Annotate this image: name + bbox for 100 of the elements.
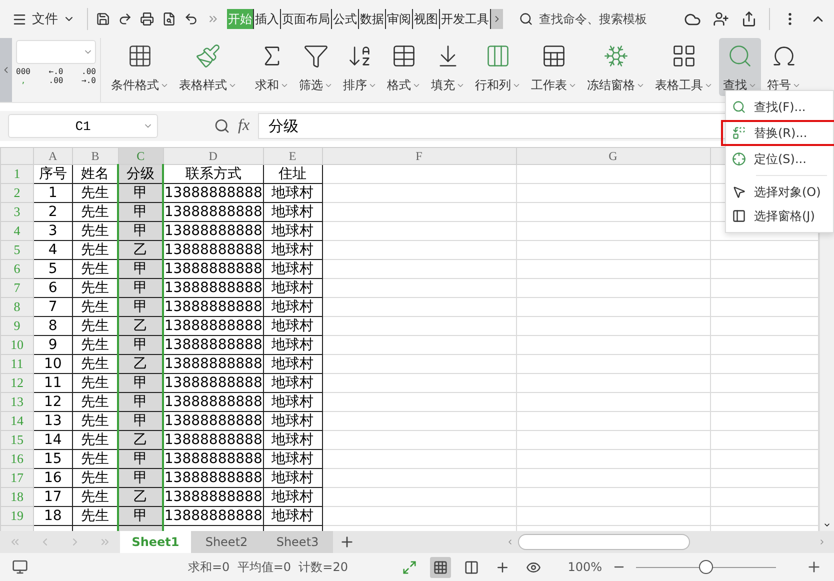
table-cell: 分级 (118, 164, 164, 184)
ribbon-tool-button[interactable]: 表格工具 (651, 38, 717, 96)
table-cell: 1 (33, 184, 72, 202)
tool-label: 工作表 (531, 77, 577, 94)
sheet-tab[interactable]: Sheet2 (191, 531, 262, 553)
ribbon-tab[interactable]: 审阅 (386, 9, 413, 29)
ribbon-tool-button[interactable]: 查找 (719, 38, 761, 96)
table-cell: 甲 (118, 450, 164, 468)
menu-item[interactable]: 选择对象(O) (726, 180, 833, 204)
zoom-search-icon[interactable] (214, 118, 230, 134)
column-header[interactable]: F (322, 148, 516, 164)
table-cell: 13888888888 (163, 202, 264, 222)
scroll-right-icon[interactable] (818, 538, 826, 546)
column-header[interactable]: B (72, 148, 118, 164)
caret-icon (568, 81, 577, 90)
scroll-right-button[interactable] (490, 9, 503, 29)
column-header[interactable]: E (263, 148, 322, 164)
table-cell: 16 (33, 468, 72, 488)
table-cell: 乙 (118, 240, 164, 260)
table-cell: 先生 (72, 316, 118, 336)
normal-view-button[interactable] (430, 556, 451, 578)
ribbon-tool-button[interactable]: 工作表 (527, 38, 581, 96)
table-cell: 先生 (72, 240, 118, 260)
search-field[interactable]: 查找命令、搜索模板 (518, 11, 676, 27)
status-device-icon[interactable] (12, 559, 28, 575)
table-cell: 5 (33, 260, 72, 278)
share-icon[interactable] (741, 11, 757, 27)
print-preview-icon[interactable] (162, 11, 176, 27)
add-sheet-icon[interactable] (339, 534, 355, 550)
ribbon-tab[interactable]: 插入 (254, 9, 281, 29)
page-break-icon[interactable] (464, 560, 479, 574)
table-cell: 地球村 (263, 316, 322, 336)
add-user-icon[interactable] (713, 11, 729, 27)
scroll-left-icon[interactable] (506, 538, 514, 546)
number-format-button[interactable]: ←.0 .00 (48, 67, 64, 85)
zoom-in-icon[interactable] (806, 559, 822, 575)
ribbon-tool-button[interactable]: 表格样式 (175, 38, 241, 96)
caret-icon (160, 81, 169, 90)
number-format-button[interactable]: 000 , (16, 67, 30, 85)
column-header[interactable]: A (33, 148, 72, 164)
table-cell: 地球村 (263, 260, 322, 278)
ribbon-tab[interactable]: 数据 (358, 9, 386, 29)
number-format-button[interactable]: .00 →.0 (82, 67, 96, 85)
table-cell: 13888888888 (163, 316, 264, 336)
table-cell: 18 (33, 506, 72, 526)
table-cell: 13888888888 (163, 354, 264, 374)
table-cell: 先生 (72, 354, 118, 374)
column-header[interactable]: D (163, 148, 264, 164)
ribbon-tab[interactable]: 公式 (332, 9, 359, 29)
caret-icon (324, 81, 333, 90)
table-cell: 甲 (118, 298, 164, 316)
table-cell: 先生 (72, 488, 118, 506)
redo-icon[interactable] (118, 11, 132, 27)
table-cell: 13888888888 (163, 240, 264, 260)
table-cell: 甲 (118, 412, 164, 430)
fx-button[interactable]: fx (238, 117, 250, 135)
column-header[interactable]: G (516, 148, 710, 164)
table-cell: 地球村 (263, 184, 322, 202)
tool-label: 筛选 (299, 77, 333, 94)
ribbon-tool-button[interactable]: 排序 (339, 38, 381, 96)
save-icon[interactable] (96, 11, 110, 27)
ribbon-tool-button[interactable]: 填充 (427, 38, 469, 96)
table-cell: 甲 (118, 260, 164, 278)
ribbon-tab[interactable]: 视图 (412, 9, 440, 29)
table-cell: 地球村 (263, 468, 322, 488)
ribbon-tool-button[interactable]: 格式 (383, 38, 425, 96)
undo-icon[interactable] (184, 11, 199, 27)
ribbon-tool-button[interactable]: 求和 (251, 38, 293, 96)
table-cell: 13888888888 (163, 430, 264, 450)
horizontal-scrollbar-thumb[interactable] (518, 534, 690, 550)
table-cell: 7 (33, 298, 72, 316)
table-cell: 11 (33, 374, 72, 392)
name-box[interactable]: C1 (8, 114, 158, 138)
zoom-percent[interactable]: 100% (568, 560, 602, 574)
sheet-tab[interactable]: Sheet1 (120, 531, 191, 553)
scroll-down-icon (823, 521, 831, 529)
ribbon-tool-button[interactable]: 符号 (763, 38, 805, 96)
eye-icon[interactable] (526, 560, 541, 574)
table-cell: 12 (33, 392, 72, 412)
ribbon-tool-button[interactable]: 条件格式 (107, 38, 173, 96)
table-cell: 联系方式 (163, 164, 264, 184)
status-summary: 求和=0 平均值=0 计数=20 (188, 558, 348, 576)
table-cell: 地球村 (263, 450, 322, 468)
table-cell: 2 (33, 202, 72, 222)
menu-item[interactable]: 定位(S)... (726, 147, 833, 171)
tool-label: 符号 (767, 77, 801, 94)
ribbon-tool-button[interactable]: 行和列 (471, 38, 525, 96)
menu-item[interactable]: 选择窗格(J) (726, 204, 833, 228)
ribbon-tool-button[interactable]: 冻结窗格 (583, 38, 649, 96)
ribbon-tool-button[interactable]: 筛选 (295, 38, 337, 96)
print-icon[interactable] (140, 11, 154, 27)
ribbon-tab[interactable]: 页面布局 (280, 9, 332, 29)
file-menu-button[interactable]: 文件 (8, 8, 79, 30)
table-cell: 15 (33, 450, 72, 468)
sheet-tab[interactable]: Sheet3 (262, 531, 333, 553)
zoom-slider-thumb[interactable] (699, 560, 713, 574)
crosshair-icon (732, 152, 746, 166)
table-cell: 17 (33, 488, 72, 506)
fullscreen-icon[interactable] (402, 560, 417, 574)
table-cell: 地球村 (263, 430, 322, 450)
